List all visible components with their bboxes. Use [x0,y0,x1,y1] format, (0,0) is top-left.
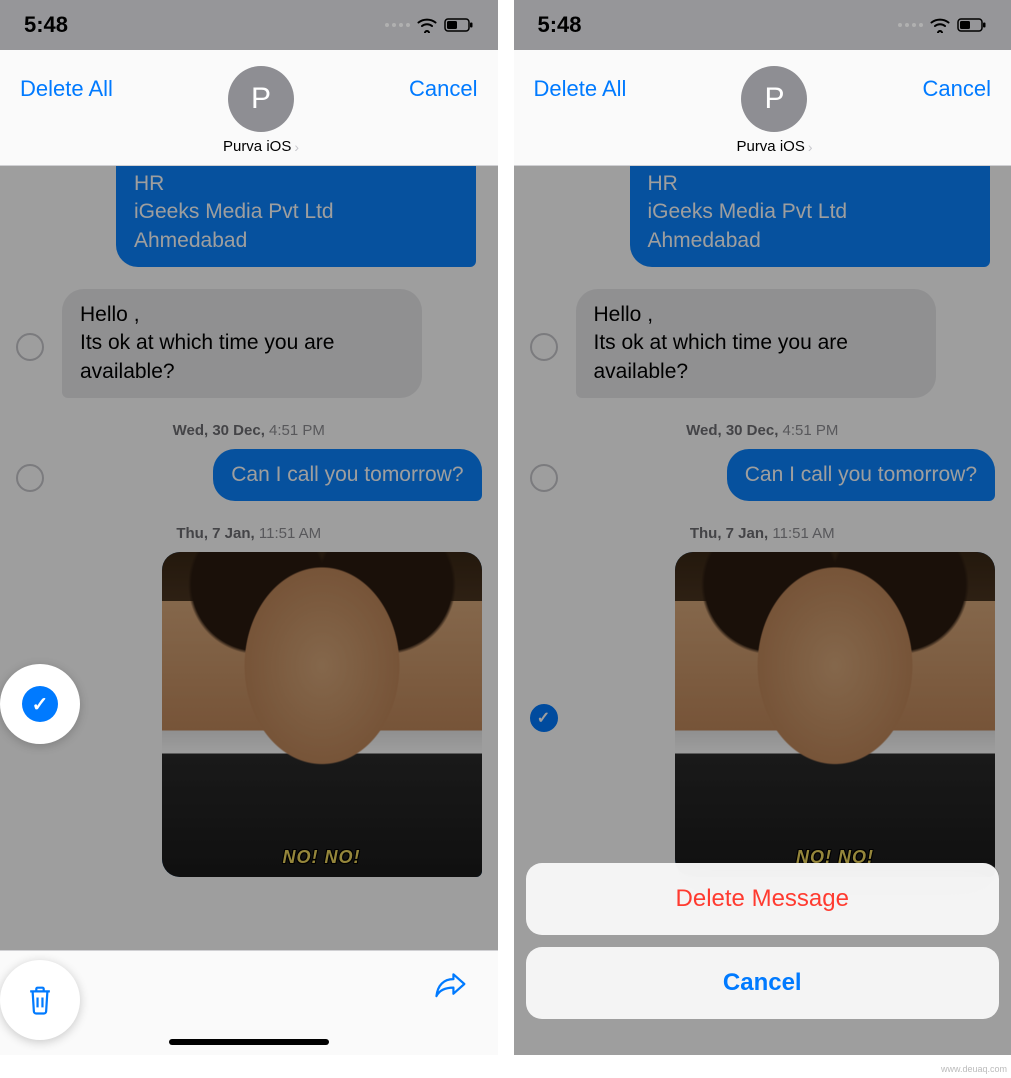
contact-name-label: Purva iOS [736,138,804,155]
msg-line: Hello , [594,301,918,329]
status-icons [898,17,987,33]
status-time: 5:48 [538,12,582,38]
msg-line: HR [648,170,972,198]
message-sent[interactable]: HR iGeeks Media Pvt Ltd Ahmedabad [116,166,476,267]
contact-name-row: Purva iOS › [736,138,812,155]
contact-name-label: Purva iOS [223,138,291,155]
status-bar: 5:48 [514,0,1011,50]
ts-time: 11:51 AM [255,525,321,542]
status-icons [385,17,474,33]
chat-area: HR iGeeks Media Pvt Ltd Ahmedabad Hello … [0,166,498,1055]
timestamp: Wed, 30 Dec, 4:51 PM [530,422,996,439]
avatar: P [228,66,294,132]
msg-line: Hello , [80,301,404,329]
gif-caption: NO! NO! [162,845,482,869]
message-sent[interactable]: Can I call you tomorrow? [727,449,995,501]
action-sheet: Delete Message Cancel [514,851,1011,1055]
cellular-dots-icon [898,23,923,27]
message-received[interactable]: Hello , Its ok at which time you are ava… [576,289,936,398]
status-bar: 5:48 [0,0,498,50]
contact-header[interactable]: P Purva iOS › [736,66,812,155]
battery-icon [957,18,987,32]
message-row: NO! NO! [16,552,482,883]
delete-all-button[interactable]: Delete All [534,66,627,102]
contact-name-row: Purva iOS › [223,138,299,155]
message-row: Can I call you tomorrow? [530,449,996,507]
delete-message-button[interactable]: Delete Message [526,863,1000,935]
msg-line: Its ok at which time you are available? [594,329,918,386]
edit-top-bar: Delete All P Purva iOS › Cancel [0,50,498,166]
gif-image: NO! NO! [675,552,995,877]
message-sent[interactable]: HR iGeeks Media Pvt Ltd Ahmedabad [630,166,990,267]
edit-top-bar: Delete All P Purva iOS › Cancel [514,50,1011,166]
msg-line: Its ok at which time you are available? [80,329,404,386]
msg-line: iGeeks Media Pvt Ltd [648,198,972,226]
msg-line: HR [134,170,458,198]
select-radio[interactable] [16,464,44,492]
trash-icon [25,984,55,1016]
screen-left: 5:48 Delete All P Purva iOS › Cancel HR … [0,0,506,1055]
msg-line: Ahmedabad [134,227,458,255]
select-radio[interactable] [530,464,558,492]
cellular-dots-icon [385,23,410,27]
ts-day: Wed, 30 Dec, [173,422,265,439]
chevron-right-icon: › [808,139,813,155]
select-radio-checked[interactable] [530,704,558,732]
delete-all-button[interactable]: Delete All [20,66,113,102]
timestamp: Wed, 30 Dec, 4:51 PM [16,422,482,439]
wifi-icon [416,17,438,33]
gif-image: NO! NO! [162,552,482,877]
contact-header[interactable]: P Purva iOS › [223,66,299,155]
ts-time: 11:51 AM [768,525,834,542]
cancel-button[interactable]: Cancel [923,66,991,102]
action-sheet-cancel-button[interactable]: Cancel [526,947,1000,1019]
chevron-right-icon: › [294,139,299,155]
msg-line: iGeeks Media Pvt Ltd [134,198,458,226]
forward-button[interactable] [434,969,468,1004]
ts-day: Wed, 30 Dec, [686,422,778,439]
wifi-icon [929,17,951,33]
highlight-selected-radio [0,664,80,744]
avatar: P [741,66,807,132]
home-indicator[interactable] [169,1039,329,1045]
battery-icon [444,18,474,32]
select-radio[interactable] [16,333,44,361]
message-sent[interactable]: Can I call you tomorrow? [213,449,481,501]
ts-time: 4:51 PM [265,422,325,439]
message-row: Can I call you tomorrow? [16,449,482,507]
cancel-button[interactable]: Cancel [409,66,477,102]
message-received[interactable]: Hello , Its ok at which time you are ava… [62,289,422,398]
ts-day: Thu, 7 Jan, [176,525,254,542]
timestamp: Thu, 7 Jan, 11:51 AM [530,525,996,542]
status-time: 5:48 [24,12,68,38]
watermark: www.deuaq.com [941,1064,1007,1074]
message-row: Hello , Its ok at which time you are ava… [530,289,996,404]
select-radio[interactable] [530,333,558,361]
msg-line: Ahmedabad [648,227,972,255]
screen-right: 5:48 Delete All P Purva iOS › Cancel HR … [506,0,1011,1055]
message-row: Hello , Its ok at which time you are ava… [16,289,482,404]
check-icon [22,686,58,722]
ts-day: Thu, 7 Jan, [690,525,768,542]
message-gif[interactable]: NO! NO! [675,552,995,877]
ts-time: 4:51 PM [778,422,838,439]
timestamp: Thu, 7 Jan, 11:51 AM [16,525,482,542]
message-gif[interactable]: NO! NO! [162,552,482,877]
highlight-trash-button [0,960,80,1040]
message-row: NO! NO! [530,552,996,883]
